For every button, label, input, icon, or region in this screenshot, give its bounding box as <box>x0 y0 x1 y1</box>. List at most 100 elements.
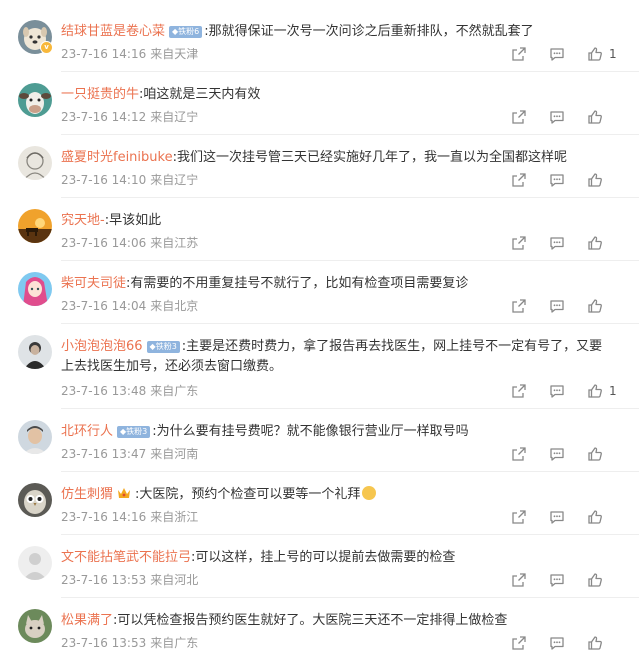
reply-icon[interactable] <box>549 383 565 399</box>
man-avatar[interactable] <box>18 420 52 454</box>
comment-line: 松果满了:可以凭检查报告预约医生就好了。大医院三天还不一定排得上做检查 <box>61 611 507 631</box>
reply-icon[interactable] <box>549 235 565 251</box>
username-link[interactable]: 盛夏时光feinibuke <box>61 150 173 165</box>
person-avatar[interactable] <box>18 335 52 369</box>
praying-emoji-icon <box>362 486 377 500</box>
sketch-avatar[interactable] <box>18 146 52 180</box>
share-icon[interactable] <box>511 298 527 314</box>
comment-time: 23-7-16 13:47 <box>61 447 147 461</box>
comment-location: 来自辽宁 <box>150 173 199 187</box>
comment-text: :那就得保证一次号一次问诊之后重新排队，不然就乱套了 <box>204 24 534 39</box>
share-icon[interactable] <box>511 509 527 525</box>
like-icon[interactable] <box>587 446 603 462</box>
comment-text: :可以凭检查报告预约医生就好了。大医院三天还不一定排得上做检查 <box>113 613 508 628</box>
comment-meta: 23-7-16 13:47 来自河南 <box>61 445 198 463</box>
comment-location: 来自辽宁 <box>150 110 199 124</box>
divider <box>61 260 639 261</box>
like-count: 1 <box>609 384 617 398</box>
comment-line: 柴可夫司徒:有需要的不用重复挂号不就行了，比如有检查项目需要复诊 <box>61 274 468 294</box>
like-icon[interactable] <box>587 235 603 251</box>
reply-icon[interactable] <box>549 172 565 188</box>
comment-line: 究天地-:早该如此 <box>61 211 161 231</box>
anime-avatar[interactable] <box>18 272 52 306</box>
comment-line: 文不能拈笔武不能拉弓:可以这样，挂上号的可以提前去做需要的检查 <box>61 548 455 568</box>
comment-line-2: 上去找医生加号，还必须去窗口缴费。 <box>61 357 282 377</box>
comment-meta: 23-7-16 14:06 来自江苏 <box>61 234 198 252</box>
comment-line: 北环行人 ◆铁粉3:为什么要有挂号费呢？就不能像银行营业厅一样取号吗 <box>61 422 469 442</box>
comment-line: 结球甘蓝是卷心菜 ◆铁粉6:那就得保证一次号一次问诊之后重新排队，不然就乱套了 <box>61 22 534 42</box>
comment-actions <box>489 171 615 189</box>
share-icon[interactable] <box>511 446 527 462</box>
divider <box>61 323 639 324</box>
reply-icon[interactable] <box>549 509 565 525</box>
sunset-avatar[interactable] <box>18 209 52 243</box>
reply-icon[interactable] <box>549 446 565 462</box>
share-icon[interactable] <box>511 572 527 588</box>
like-icon[interactable] <box>587 172 603 188</box>
username-link[interactable]: 结球甘蓝是卷心菜 <box>61 24 165 39</box>
comment-time: 23-7-16 14:16 <box>61 510 147 524</box>
reply-icon[interactable] <box>549 109 565 125</box>
username-link[interactable]: 小泡泡泡泡66 <box>61 339 143 354</box>
divider <box>61 197 639 198</box>
comment-actions <box>489 297 615 315</box>
username-link[interactable]: 究天地- <box>61 213 105 228</box>
comment-meta: 23-7-16 13:53 来自广东 <box>61 634 198 652</box>
reply-icon[interactable] <box>549 572 565 588</box>
username-link[interactable]: 北环行人 <box>61 424 113 439</box>
comment-text: :咱这就是三天内有效 <box>139 87 261 102</box>
divider <box>61 597 639 598</box>
reply-icon[interactable] <box>549 298 565 314</box>
comment-location: 来自浙江 <box>150 510 199 524</box>
verified-icon: v <box>40 41 53 54</box>
comment-time: 23-7-16 14:04 <box>61 299 147 313</box>
fan-badge-label: 铁粉3 <box>155 342 177 351</box>
like-icon[interactable] <box>587 109 603 125</box>
divider <box>61 534 639 535</box>
comment-time: 23-7-16 14:12 <box>61 110 147 124</box>
username-link[interactable]: 柴可夫司徒 <box>61 276 126 291</box>
like-icon[interactable] <box>587 572 603 588</box>
comment-actions: 1 <box>489 382 617 400</box>
reply-icon[interactable] <box>549 46 565 62</box>
comment-line: 一只挺贵的牛:咱这就是三天内有效 <box>61 85 260 105</box>
default-avatar[interactable] <box>18 546 52 580</box>
cat-avatar[interactable] <box>18 609 52 643</box>
comment-line: 仿生刺猬 :大医院，预约个检查可以要等一个礼拜 <box>61 485 377 505</box>
share-icon[interactable] <box>511 109 527 125</box>
divider <box>61 408 639 409</box>
share-icon[interactable] <box>511 172 527 188</box>
comment-meta: 23-7-16 14:10 来自辽宁 <box>61 171 198 189</box>
like-icon[interactable] <box>587 383 603 399</box>
comment-line: 小泡泡泡泡66 ◆铁粉3:主要是还费时费力，拿了报告再去找医生，网上挂号不一定有号… <box>61 337 602 357</box>
share-icon[interactable] <box>511 383 527 399</box>
like-icon[interactable] <box>587 46 603 62</box>
like-icon[interactable] <box>587 509 603 525</box>
divider <box>61 71 639 72</box>
like-icon[interactable] <box>587 635 603 651</box>
like-count: 1 <box>609 47 617 61</box>
fan-badge-label: 铁粉6 <box>178 27 200 36</box>
comment-actions <box>489 445 615 463</box>
fan-badge[interactable]: ◆铁粉3 <box>117 426 151 438</box>
share-icon[interactable] <box>511 635 527 651</box>
comment-actions <box>489 508 615 526</box>
like-icon[interactable] <box>587 298 603 314</box>
share-icon[interactable] <box>511 235 527 251</box>
username-link[interactable]: 仿生刺猬 <box>61 487 113 502</box>
share-icon[interactable] <box>511 46 527 62</box>
comment-location: 来自河南 <box>150 447 199 461</box>
owl-avatar[interactable] <box>18 483 52 517</box>
cow-avatar[interactable] <box>18 83 52 117</box>
fan-badge[interactable]: ◆铁粉6 <box>169 26 203 38</box>
comment-location: 来自天津 <box>150 47 199 61</box>
username-link[interactable]: 松果满了 <box>61 613 113 628</box>
comment-time: 23-7-16 14:10 <box>61 173 147 187</box>
reply-icon[interactable] <box>549 635 565 651</box>
username-link[interactable]: 文不能拈笔武不能拉弓 <box>61 550 191 565</box>
username-link[interactable]: 一只挺贵的牛 <box>61 87 139 102</box>
fan-badge[interactable]: ◆铁粉3 <box>146 341 180 353</box>
comment-meta: 23-7-16 13:48 来自广东 <box>61 382 198 400</box>
comment-time: 23-7-16 13:48 <box>61 384 147 398</box>
comment-text: :大医院，预约个检查可以要等一个礼拜 <box>135 487 361 502</box>
